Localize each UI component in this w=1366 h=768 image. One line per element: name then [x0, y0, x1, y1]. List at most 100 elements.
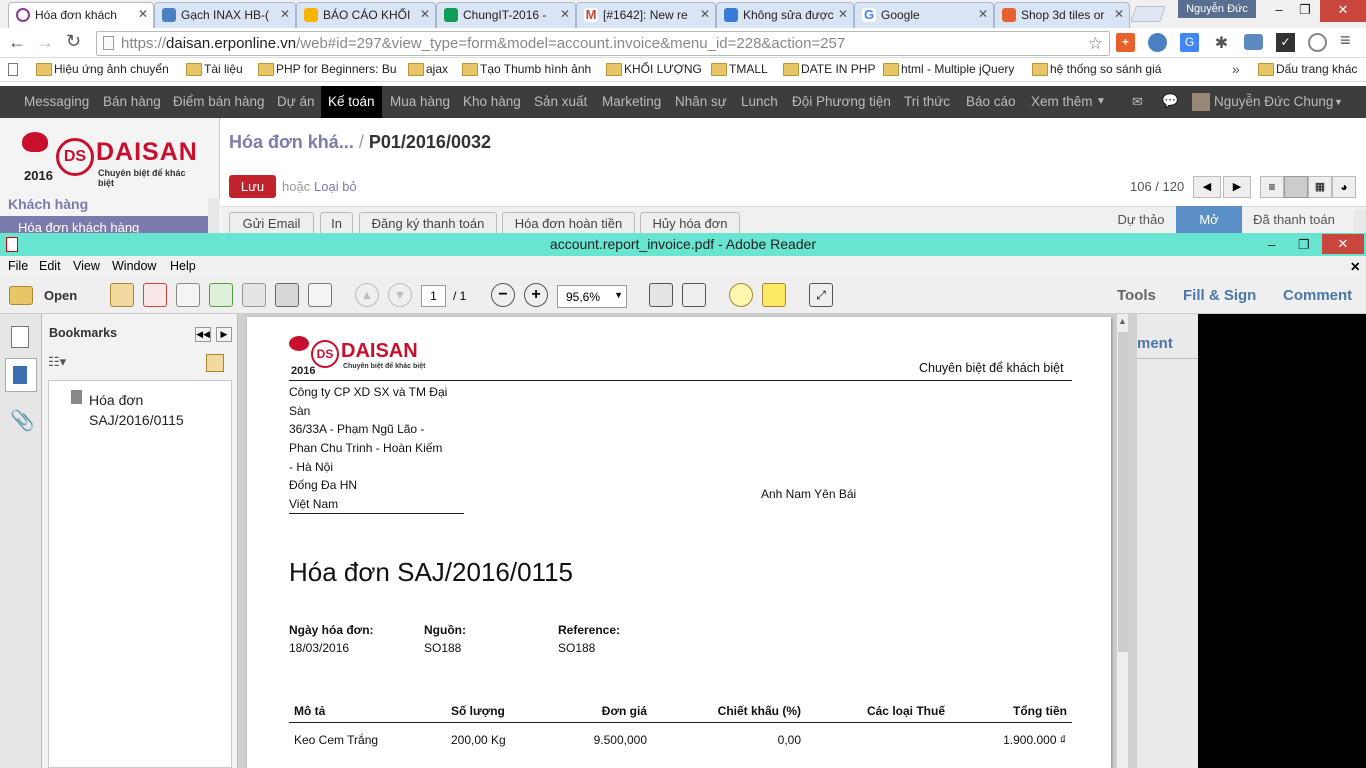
menu-sales[interactable]: Bán hàng: [103, 94, 161, 109]
close-tab-icon[interactable]: ✕: [700, 7, 710, 21]
bookmark-options-icon[interactable]: ☷▾: [48, 354, 72, 372]
menu-messaging[interactable]: Messaging: [24, 94, 89, 109]
browser-tab[interactable]: G Google ✕: [854, 2, 994, 28]
close-tab-icon[interactable]: ✕: [280, 7, 290, 21]
menu-manufacturing[interactable]: Sản xuất: [534, 94, 587, 109]
collapse-pane-icon[interactable]: ◀◀: [195, 327, 211, 342]
save-button[interactable]: Lưu: [229, 175, 276, 198]
page-number-input[interactable]: 1: [421, 285, 446, 307]
bookmarks-overflow-icon[interactable]: »: [1232, 61, 1240, 77]
fill-sign-tab[interactable]: Fill & Sign: [1183, 287, 1256, 304]
open-folder-icon[interactable]: [9, 286, 33, 305]
save-icon[interactable]: [242, 283, 266, 307]
menu-lunch[interactable]: Lunch: [741, 94, 778, 109]
breadcrumb-parent[interactable]: Hóa đơn khá...: [229, 132, 354, 152]
edit-pdf-icon[interactable]: [176, 283, 200, 307]
comment-pane-title[interactable]: ment: [1137, 335, 1173, 352]
page-thumbnails-icon[interactable]: [11, 326, 29, 348]
create-pdf-icon[interactable]: [110, 283, 134, 307]
sidebar-scrollbar[interactable]: [208, 198, 220, 234]
comment-tab[interactable]: Comment: [1283, 287, 1352, 304]
tools-tab[interactable]: Tools: [1117, 287, 1156, 304]
other-bookmarks-folder[interactable]: Dấu trang khác: [1256, 62, 1357, 76]
music-icon[interactable]: [1308, 33, 1327, 52]
bookmark-folder[interactable]: TMALL: [709, 62, 768, 76]
user-menu[interactable]: Nguyễn Đức Chung: [1214, 94, 1333, 109]
menu-knowledge[interactable]: Tri thức: [904, 94, 950, 109]
bookmark-star-icon[interactable]: ☆: [1088, 34, 1103, 54]
pager-previous-button[interactable]: ◀: [1193, 176, 1221, 198]
camera-icon[interactable]: [1244, 34, 1263, 50]
maximize-window-icon[interactable]: ❐: [1298, 233, 1310, 256]
zoom-select[interactable]: 95,6% ▼: [557, 285, 627, 308]
close-tab-icon[interactable]: ✕: [978, 7, 988, 21]
bookmark-folder[interactable]: ajax: [406, 62, 448, 76]
status-paid[interactable]: Đã thanh toán: [1242, 206, 1346, 234]
browser-tab[interactable]: Shop 3d tiles or ✕: [994, 2, 1130, 28]
new-tab-button[interactable]: [1130, 6, 1166, 22]
close-tab-icon[interactable]: ✕: [838, 7, 848, 21]
close-document-icon[interactable]: ✕: [1350, 259, 1360, 274]
menu-icon[interactable]: ≡: [1340, 30, 1351, 51]
zoom-in-icon[interactable]: +: [524, 283, 548, 307]
close-tab-icon[interactable]: ✕: [560, 7, 570, 21]
calendar-view-icon[interactable]: ▦: [1308, 176, 1332, 198]
bookmark-folder[interactable]: hệ thống so sánh giá: [1030, 62, 1161, 76]
fullscreen-icon[interactable]: ⤢: [809, 283, 833, 307]
bookmark-folder[interactable]: Hiệu ứng ảnh chuyển: [34, 62, 169, 76]
profile-badge[interactable]: Nguyễn Đức: [1178, 0, 1256, 18]
chat-icon[interactable]: 💬: [1162, 93, 1178, 109]
previous-page-icon[interactable]: ▲: [355, 283, 379, 307]
bookmark-folder[interactable]: Tạo Thumb hình ảnh: [460, 62, 591, 76]
comment-icon[interactable]: [729, 283, 753, 307]
menu-purchase[interactable]: Mua hàng: [390, 94, 450, 109]
upload-cloud-icon[interactable]: [209, 283, 233, 307]
reload-icon[interactable]: ↻: [66, 31, 81, 52]
mail-icon[interactable]: ✉: [1132, 94, 1143, 110]
company-logo[interactable]: DS DAISAN 2016 Chuyên biệt để khác biệt: [22, 132, 202, 196]
browser-tab[interactable]: Gạch INAX HB-( ✕: [154, 2, 296, 28]
extension-plus-icon[interactable]: +: [1116, 33, 1135, 52]
menu-file[interactable]: File: [8, 259, 28, 273]
menu-accounting[interactable]: Kế toán: [321, 86, 382, 118]
status-draft[interactable]: Dự thảo: [1106, 206, 1176, 234]
close-tab-icon[interactable]: ✕: [138, 7, 148, 21]
bookmark-link[interactable]: PHP for Beginners: Bu: [256, 62, 397, 76]
document-scrollbar[interactable]: ▲: [1116, 314, 1128, 768]
next-page-icon[interactable]: ▼: [388, 283, 412, 307]
pager-next-button[interactable]: ▶: [1223, 176, 1251, 198]
menu-window[interactable]: Window: [112, 259, 156, 273]
bookmark-folder[interactable]: DATE IN PHP: [781, 62, 875, 76]
translate-icon[interactable]: G: [1180, 33, 1199, 52]
maximize-window-icon[interactable]: ❐: [1288, 0, 1322, 22]
menu-projects[interactable]: Dự án: [277, 94, 315, 109]
close-window-icon[interactable]: ✕: [1320, 0, 1366, 22]
attachments-icon[interactable]: 📎: [10, 408, 35, 433]
pane-options-icon[interactable]: ▶: [216, 327, 232, 342]
avatar[interactable]: [1192, 93, 1210, 111]
browser-tab[interactable]: Hóa đơn khách ✕: [8, 2, 154, 29]
print-icon[interactable]: [275, 283, 299, 307]
extension-user-icon[interactable]: [1148, 33, 1167, 52]
fit-page-icon[interactable]: [649, 283, 673, 307]
discard-link[interactable]: Loại bỏ: [314, 179, 357, 194]
scroll-up-icon[interactable]: ▲: [1118, 316, 1127, 326]
menu-more[interactable]: Xem thêm: [1031, 94, 1093, 109]
checkbox-extension-icon[interactable]: ✓: [1276, 33, 1295, 52]
menu-warehouse[interactable]: Kho hàng: [463, 94, 521, 109]
menu-view[interactable]: View: [73, 259, 100, 273]
status-open[interactable]: Mở: [1176, 206, 1242, 234]
bookmark-item[interactable]: Hóa đơn SAJ/2016/0115: [89, 390, 189, 430]
bookmark-folder[interactable]: KHỐI LƯỢNG: [604, 62, 702, 76]
address-bar[interactable]: https://daisan.erponline.vn/web#id=297&v…: [96, 31, 1110, 56]
forward-icon[interactable]: →: [36, 32, 54, 53]
menu-edit[interactable]: Edit: [39, 259, 61, 273]
browser-tab[interactable]: Không sửa được ✕: [716, 2, 854, 28]
list-view-icon[interactable]: ≡: [1260, 176, 1284, 198]
scrollbar-thumb[interactable]: [1118, 332, 1128, 652]
graph-view-icon[interactable]: ◕: [1332, 176, 1356, 198]
minimize-window-icon[interactable]: –: [1268, 233, 1275, 256]
open-button[interactable]: Open: [44, 288, 77, 303]
back-icon[interactable]: ←: [8, 32, 26, 53]
extension-bug-icon[interactable]: ✱: [1212, 33, 1231, 52]
